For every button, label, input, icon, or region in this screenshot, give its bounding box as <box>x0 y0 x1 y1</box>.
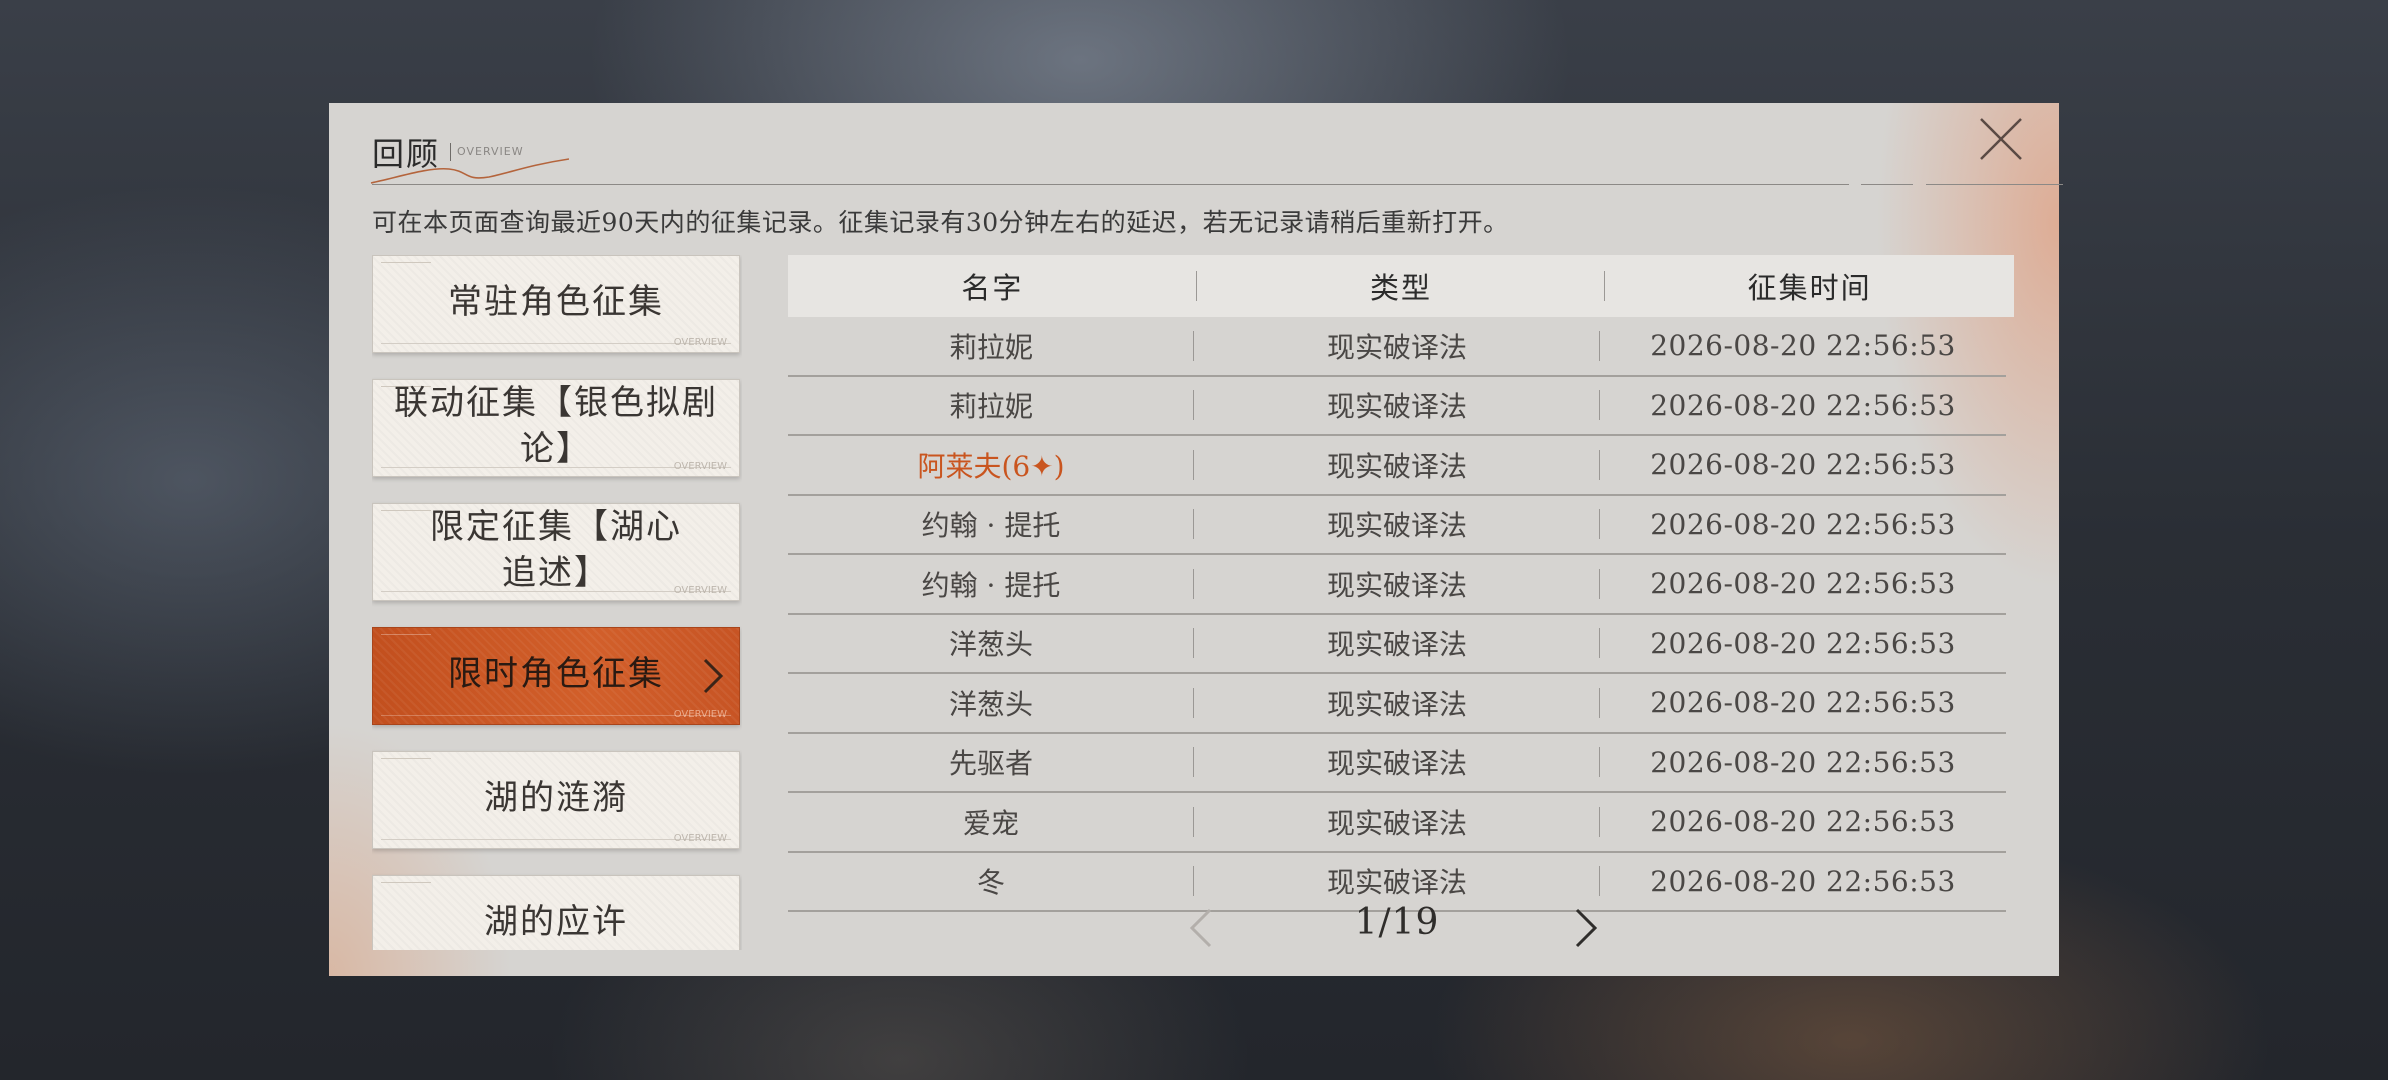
cell-type: 现实破译法 <box>1194 683 1600 723</box>
table-header: 名字 类型 征集时间 <box>788 255 2014 317</box>
cell-name: 莉拉妮 <box>788 326 1194 366</box>
banner-timed-character[interactable]: 限时角色征集 OVERVIEW <box>372 627 740 725</box>
banner-lake-promise[interactable]: 湖的应许 <box>372 875 740 950</box>
title-divider <box>372 184 1849 185</box>
cell-name: 洋葱头 <box>788 683 1194 723</box>
banner-lake-ripples[interactable]: 湖的涟漪 OVERVIEW <box>372 751 740 849</box>
cell-name: 先驱者 <box>788 742 1194 782</box>
cell-time: 2026-08-20 22:56:53 <box>1650 864 1956 898</box>
table-row: 阿莱夫(6✦) 现实破译法 2026-08-20 22:56:53 <box>788 436 2006 496</box>
table-row: 洋葱头 现实破译法 2026-08-20 22:56:53 <box>788 615 2006 674</box>
close-icon <box>1980 118 2022 160</box>
cell-type: 现实破译法 <box>1194 564 1600 604</box>
table-row: 洋葱头 现实破译法 2026-08-20 22:56:53 <box>788 674 2006 734</box>
banner-foot-text: OVERVIEW <box>673 833 727 844</box>
cell-type: 现实破译法 <box>1194 802 1600 842</box>
dialog-description: 可在本页面查询最近90天内的征集记录。征集记录有30分钟左右的延迟，若无记录请稍… <box>372 208 1509 237</box>
title-divider-short <box>1861 184 1913 185</box>
cell-name: 莉拉妮 <box>788 385 1194 425</box>
cell-time: 2026-08-20 22:56:53 <box>1650 448 1956 482</box>
header-type: 类型 <box>1197 265 1606 307</box>
cell-time: 2026-08-20 22:56:53 <box>1650 567 1956 601</box>
cell-time: 2026-08-20 22:56:53 <box>1650 745 1956 779</box>
table-row: 约翰 · 提托 现实破译法 2026-08-20 22:56:53 <box>788 496 2006 555</box>
chevron-right-icon <box>703 658 724 694</box>
pagination: 1/19 <box>788 896 2006 956</box>
banner-limited[interactable]: 限定征集【湖心追述】 OVERVIEW <box>372 503 740 601</box>
table-row: 莉拉妮 现实破译法 2026-08-20 22:56:53 <box>788 377 2006 436</box>
cell-time: 2026-08-20 22:56:53 <box>1650 388 1956 422</box>
cell-type: 现实破译法 <box>1194 623 1600 663</box>
table-row: 莉拉妮 现实破译法 2026-08-20 22:56:53 <box>788 317 2006 377</box>
chevron-right-icon <box>1575 908 1598 948</box>
table-body: 莉拉妮 现实破译法 2026-08-20 22:56:53 莉拉妮 现实破译法 2026-… <box>788 317 2014 912</box>
banner-foot-text: OVERVIEW <box>673 709 727 720</box>
next-page-button[interactable] <box>1573 906 1599 954</box>
cell-time: 2026-08-20 22:56:53 <box>1650 507 1956 541</box>
cell-type: 现实破译法 <box>1194 742 1600 782</box>
dialog-title-sub: OVERVIEW <box>450 143 524 161</box>
cell-name: 爱宠 <box>788 802 1194 842</box>
banner-label: 限时角色征集 <box>448 654 664 694</box>
banner-foot-text: OVERVIEW <box>673 337 727 348</box>
banner-standard[interactable]: 常驻角色征集 OVERVIEW <box>372 255 740 353</box>
banner-label: 湖的涟漪 <box>484 778 628 818</box>
banner-label: 湖的应许 <box>484 902 628 942</box>
cell-type: 现实破译法 <box>1194 504 1600 544</box>
header-name: 名字 <box>788 265 1197 307</box>
cell-time: 2026-08-20 22:56:53 <box>1650 329 1956 363</box>
header-time: 征集时间 <box>1747 271 1872 305</box>
records-table: 名字 类型 征集时间 莉拉妮 现实破译法 2026-08-20 22:56:53 莉拉… <box>788 255 2014 912</box>
cell-name: 约翰 · 提托 <box>788 504 1194 544</box>
close-button[interactable] <box>1973 111 2029 167</box>
cell-name: 阿莱夫(6✦) <box>788 445 1194 485</box>
cell-time: 2026-08-20 22:56:53 <box>1650 686 1956 720</box>
overview-dialog: 回顾 OVERVIEW 可在本页面查询最近90天内的征集记录。征集记录有30分钟… <box>329 103 2063 976</box>
cell-name: 约翰 · 提托 <box>788 564 1194 604</box>
banner-foot-text: OVERVIEW <box>673 585 727 596</box>
cell-time: 2026-08-20 22:56:53 <box>1650 805 1956 839</box>
page-indicator: 1/19 <box>1354 902 1440 943</box>
table-row: 爱宠 现实破译法 2026-08-20 22:56:53 <box>788 793 2006 853</box>
cell-name: 洋葱头 <box>788 623 1194 663</box>
table-row: 先驱者 现实破译法 2026-08-20 22:56:53 <box>788 734 2006 793</box>
cell-type: 现实破译法 <box>1194 385 1600 425</box>
banner-label: 常驻角色征集 <box>448 282 664 322</box>
banner-list[interactable]: 常驻角色征集 OVERVIEW 联动征集【银色拟剧论】 OVERVIEW 限定征… <box>372 255 742 950</box>
cell-type: 现实破译法 <box>1194 326 1600 366</box>
banner-collab[interactable]: 联动征集【银色拟剧论】 OVERVIEW <box>372 379 740 477</box>
cell-type: 现实破译法 <box>1194 445 1600 485</box>
cell-time: 2026-08-20 22:56:53 <box>1650 626 1956 660</box>
banner-foot-text: OVERVIEW <box>673 461 727 472</box>
dialog-title: 回顾 <box>372 135 441 173</box>
table-row: 约翰 · 提托 现实破译法 2026-08-20 22:56:53 <box>788 555 2006 615</box>
title-divider-right <box>1926 184 2063 185</box>
